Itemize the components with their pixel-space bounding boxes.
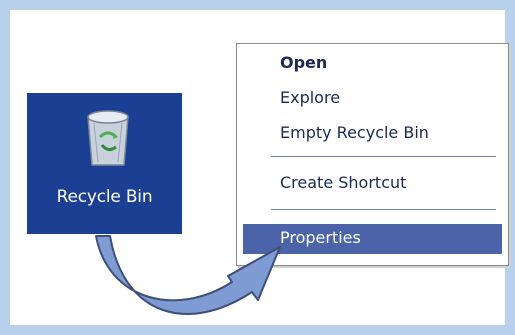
menu-item-properties-label: Properties: [280, 228, 361, 247]
menu-item-open[interactable]: Open: [280, 53, 327, 72]
menu-separator: [271, 156, 496, 157]
menu-separator: [271, 209, 496, 210]
recycle-bin-icon: [87, 110, 129, 166]
recycle-bin-label: Recycle Bin: [56, 187, 153, 207]
menu-item-explore[interactable]: Explore: [280, 88, 340, 107]
menu-item-empty-recycle-bin[interactable]: Empty Recycle Bin: [280, 123, 429, 142]
menu-item-properties[interactable]: Properties: [243, 224, 502, 254]
context-menu: Open Explore Empty Recycle Bin Create Sh…: [236, 43, 509, 266]
menu-item-create-shortcut[interactable]: Create Shortcut: [280, 173, 406, 192]
